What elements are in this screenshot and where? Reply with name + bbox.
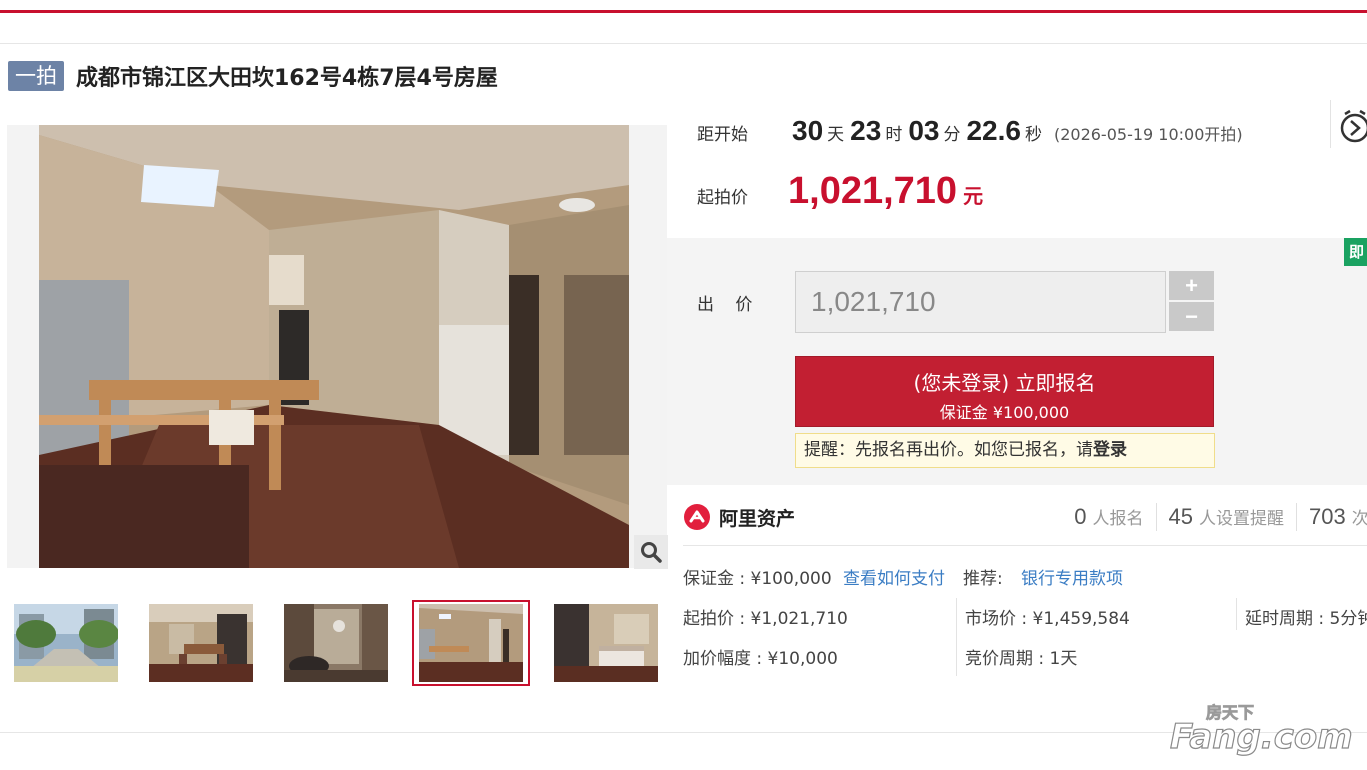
countdown-hours-unit: 时	[885, 125, 903, 145]
countdown-days-unit: 天	[827, 125, 845, 145]
bid-panel: 即 出 价 + − (您未登录) 立即报名 保证金 ¥100,000 提醒：先报…	[667, 238, 1367, 485]
title-row: 一拍 成都市锦江区大田坎162号4栋7层4号房屋	[8, 60, 498, 92]
stat-divider	[1155, 503, 1157, 531]
top-accent-line	[0, 10, 1367, 13]
login-link[interactable]: 登录	[1093, 440, 1127, 460]
platform-stats-row: 阿里资产 0 人报名 45 人设置提醒 703 次	[683, 497, 1367, 537]
signup-count: 0 人报名	[1074, 504, 1143, 530]
footer-divider	[0, 732, 1367, 733]
countdown-hours: 23	[850, 115, 882, 146]
view-count: 703 次	[1309, 504, 1367, 530]
ali-asset-icon	[684, 504, 710, 530]
countdown-minutes: 03	[908, 115, 940, 146]
view-count-number: 703	[1309, 504, 1346, 529]
signup-button-label: (您未登录) 立即报名	[913, 371, 1096, 395]
decrease-bid-button[interactable]: −	[1169, 302, 1214, 331]
thumbnail-3[interactable]	[277, 600, 395, 686]
thumbnail-4[interactable]	[412, 600, 530, 686]
how-to-pay-link[interactable]: 查看如何支付	[843, 564, 945, 589]
page-title: 成都市锦江区大田坎162号4栋7层4号房屋	[76, 66, 498, 91]
watermark-main-text: Fang.com	[1170, 717, 1353, 757]
countdown-seconds-unit: 秒	[1024, 125, 1042, 145]
signup-count-label: 人报名	[1092, 509, 1144, 529]
detail-divider	[1236, 598, 1237, 630]
reminder-count: 45 人设置提醒	[1169, 504, 1284, 530]
main-photo-frame	[7, 125, 667, 568]
recommend-label: 推荐:	[963, 569, 1003, 589]
reminder-clock-button[interactable]	[1330, 100, 1367, 148]
bid-cycle-info: 竞价周期 : 1天	[965, 649, 1078, 669]
stat-divider	[1296, 503, 1297, 531]
detail-divider	[956, 598, 957, 676]
auction-round-badge: 一拍	[8, 61, 64, 91]
countdown-days: 30	[792, 115, 824, 146]
delay-period-info: 延时周期 : 5分钟	[1245, 609, 1367, 629]
thumbnail-5[interactable]	[547, 600, 665, 686]
main-property-photo[interactable]	[39, 125, 629, 568]
platform-name: 阿里资产	[719, 507, 796, 530]
login-reminder-text: 提醒：先报名再出价。如您已报名，请	[804, 440, 1093, 460]
thumbnail-1[interactable]	[7, 600, 125, 686]
view-count-label: 次	[1351, 509, 1367, 529]
ali-asset-logo[interactable]: 阿里资产	[683, 503, 795, 531]
countdown-label: 距开始	[697, 125, 748, 145]
thumbnail-2[interactable]	[142, 600, 260, 686]
instant-tag[interactable]: 即	[1344, 238, 1367, 266]
thumbnail-strip	[7, 600, 667, 686]
bid-label: 出 价	[697, 295, 761, 315]
deposit-info: 保证金 : ¥100,000	[683, 569, 832, 589]
fang-watermark-logo: 房天下 Fang.com	[1168, 700, 1358, 760]
countdown-minutes-unit: 分	[943, 125, 961, 145]
signup-count-number: 0	[1074, 504, 1087, 529]
alarm-clock-icon	[1340, 109, 1367, 143]
start-price-unit: 元	[963, 184, 984, 208]
stats-divider	[683, 545, 1367, 546]
zoom-button[interactable]	[634, 535, 668, 569]
reminder-count-label: 人设置提醒	[1199, 509, 1284, 529]
header-divider	[0, 43, 1367, 44]
signup-deposit-label: 保证金 ¥100,000	[939, 403, 1070, 422]
increase-bid-button[interactable]: +	[1169, 271, 1214, 300]
magnifier-icon	[641, 542, 662, 563]
increment-info: 加价幅度 : ¥10,000	[683, 649, 838, 669]
start-price-row: 起拍价 1,021,710 元	[697, 170, 983, 216]
start-price-info: 起拍价 : ¥1,021,710	[683, 609, 848, 629]
signup-button[interactable]: (您未登录) 立即报名 保证金 ¥100,000	[795, 356, 1214, 427]
reminder-count-number: 45	[1168, 504, 1193, 529]
login-reminder: 提醒：先报名再出价。如您已报名，请登录	[795, 433, 1215, 468]
bid-amount-input[interactable]	[795, 271, 1166, 333]
start-price-label: 起拍价	[697, 188, 748, 208]
start-time-note: (2026-05-19 10:00开拍)	[1053, 125, 1243, 144]
bank-account-link[interactable]: 银行专用款项	[1021, 564, 1123, 589]
market-price-info: 市场价 : ¥1,459,584	[965, 609, 1130, 629]
start-price-value: 1,021,710	[788, 170, 958, 212]
countdown-row: 距开始 30 天 23 时 03 分 22.6 秒 (2026-05-19 10…	[697, 115, 1243, 155]
countdown-seconds: 22.6	[966, 115, 1021, 146]
